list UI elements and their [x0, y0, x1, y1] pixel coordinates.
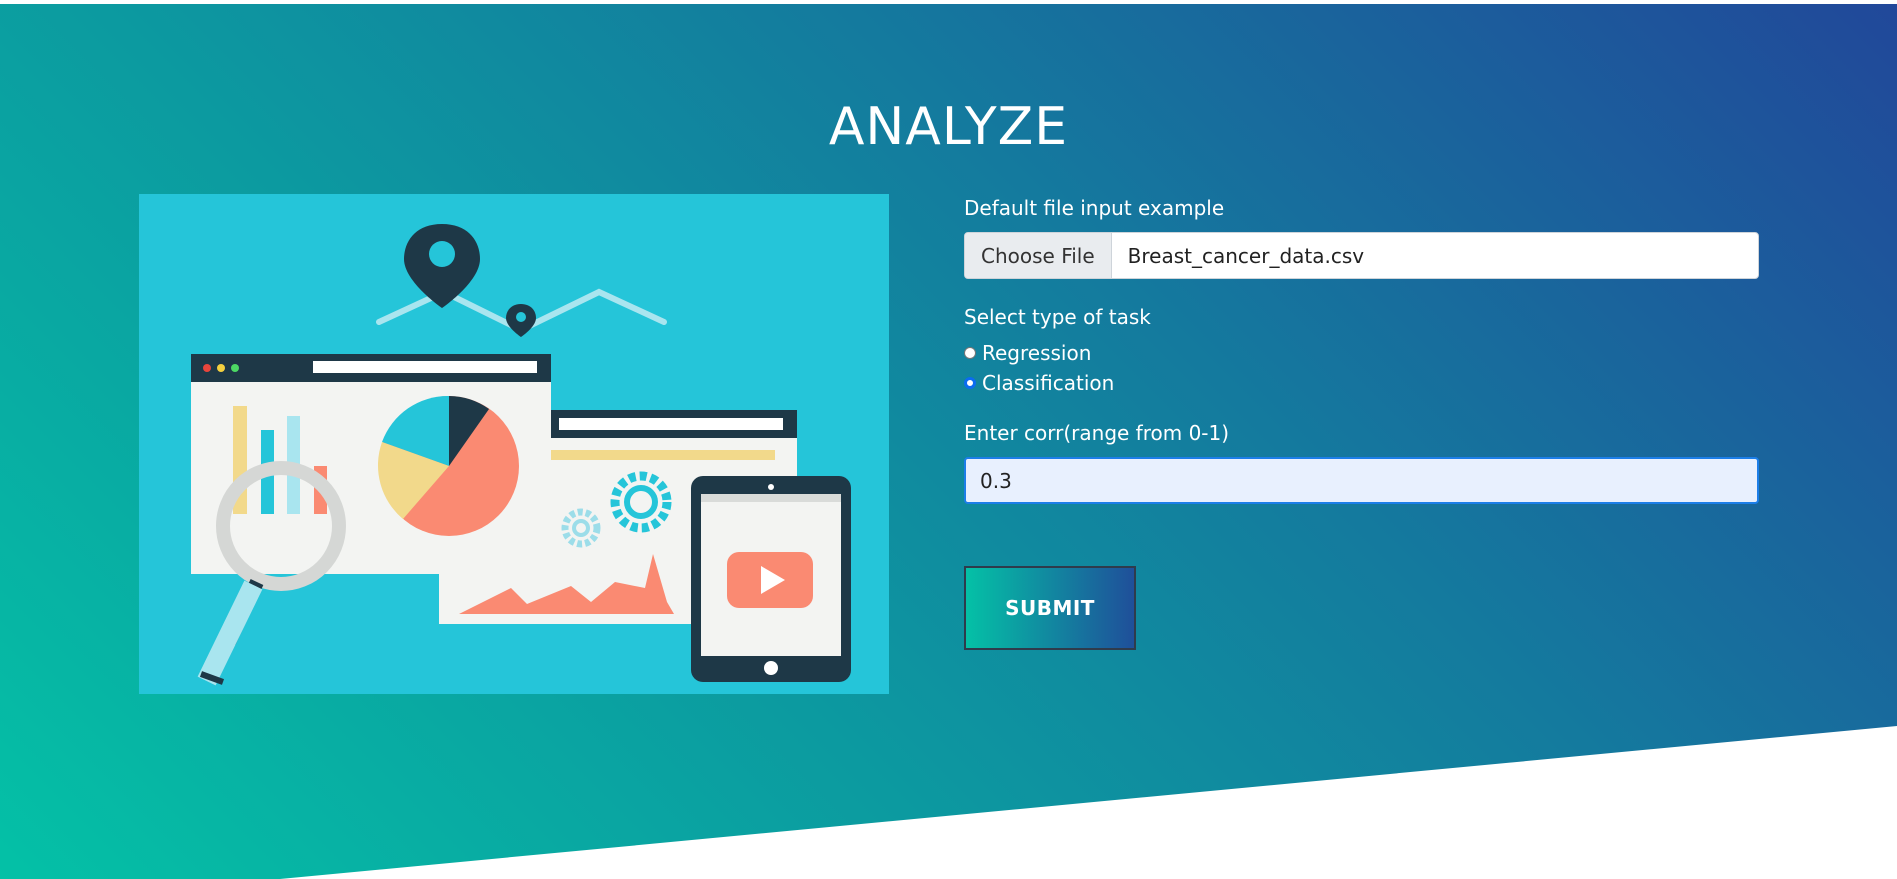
selected-file-name: Breast_cancer_data.csv	[1127, 243, 1365, 268]
analytics-dashboard-illustration-icon	[139, 194, 889, 694]
radio-option-regression[interactable]: Regression	[964, 341, 1759, 365]
regression-radio[interactable]	[964, 347, 976, 359]
submit-button[interactable]: SUBMIT	[964, 566, 1136, 650]
choose-file-button[interactable]: Choose File	[965, 233, 1112, 278]
analyze-form: Default file input example Choose File B…	[964, 196, 1759, 504]
top-border	[0, 0, 1897, 4]
page-title: ANALYZE	[828, 96, 1069, 157]
corr-input[interactable]: 0.3	[964, 457, 1759, 504]
regression-label[interactable]: Regression	[982, 341, 1091, 365]
classification-label[interactable]: Classification	[982, 371, 1114, 395]
file-input-label: Default file input example	[964, 196, 1225, 220]
corr-input-label: Enter corr(range from 0-1)	[964, 421, 1230, 445]
analytics-illustration	[139, 194, 889, 694]
radio-option-classification[interactable]: Classification	[964, 371, 1759, 395]
corr-input-value: 0.3	[980, 468, 1012, 493]
classification-radio[interactable]	[964, 377, 976, 389]
task-type-label: Select type of task	[964, 305, 1151, 329]
file-input[interactable]: Choose File Breast_cancer_data.csv	[964, 232, 1759, 279]
